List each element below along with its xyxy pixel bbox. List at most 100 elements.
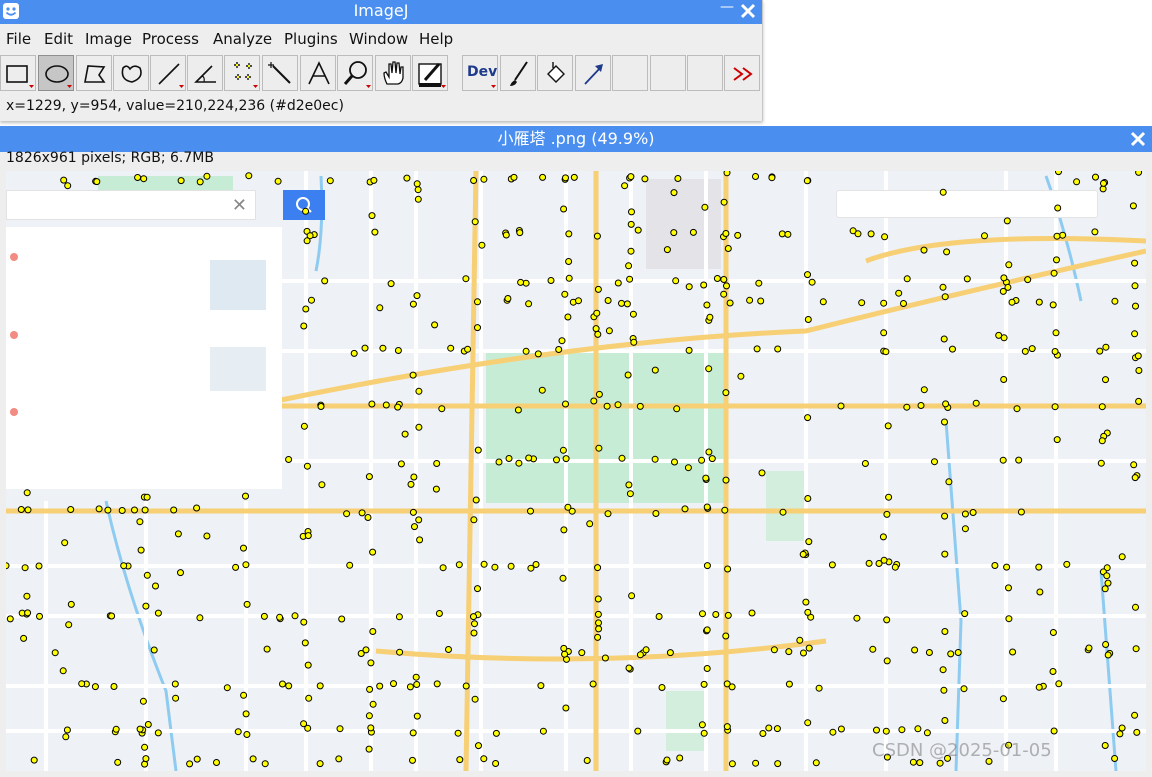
magnifier-tool[interactable] — [337, 55, 373, 91]
selection-point — [291, 612, 299, 620]
brush-tool[interactable] — [500, 55, 536, 91]
selection-point — [883, 510, 891, 518]
selection-point — [336, 725, 344, 733]
selection-point — [186, 760, 194, 768]
selection-point — [316, 760, 324, 768]
selection-point — [703, 503, 711, 511]
line-tool[interactable] — [150, 55, 186, 91]
selection-point — [720, 290, 728, 298]
selection-point — [1053, 232, 1061, 240]
selection-point — [941, 293, 949, 301]
brush-tool-icon — [510, 61, 528, 86]
menu-plugins[interactable]: Plugins — [284, 30, 338, 48]
selection-point — [358, 509, 366, 517]
text-tool-icon — [308, 61, 330, 85]
selection-point — [954, 649, 962, 656]
arrow-tool[interactable] — [575, 55, 611, 91]
selection-point — [435, 610, 443, 617]
selection-point — [773, 725, 781, 733]
image-titlebar[interactable]: 小雁塔 .png (49.9%) — [0, 126, 1152, 152]
selection-point — [726, 299, 734, 307]
selection-point — [925, 649, 933, 656]
close-icon[interactable] — [739, 2, 757, 20]
freehand-tool[interactable] — [113, 55, 149, 91]
multipoint-tool[interactable] — [224, 55, 260, 91]
selection-point — [213, 759, 220, 766]
selection-point — [6, 562, 10, 570]
selection-point — [947, 650, 955, 658]
selection-point — [995, 331, 1003, 339]
close-icon[interactable] — [1129, 130, 1147, 148]
selection-point — [414, 186, 422, 194]
selection-point — [796, 636, 804, 644]
selection-point — [1134, 352, 1142, 360]
rectangle-tool[interactable] — [0, 55, 36, 91]
selection-point — [703, 562, 711, 570]
main-titlebar[interactable]: ImageJ — — [0, 0, 762, 24]
minimize-button[interactable]: — — [720, 0, 734, 14]
selection-point — [338, 615, 346, 623]
oval-tool[interactable] — [38, 55, 74, 91]
selection-point — [941, 550, 949, 558]
image-canvas[interactable]: ✕ CSDN @2025-01-05 — [6, 171, 1146, 771]
selection-point — [705, 448, 713, 456]
selection-point — [62, 733, 70, 741]
selection-point — [865, 559, 873, 567]
color-picker-tool[interactable] — [412, 55, 448, 91]
selection-point — [438, 405, 446, 413]
selection-point — [471, 620, 478, 628]
selection-point — [829, 728, 837, 736]
selection-point — [395, 613, 403, 621]
menu-help[interactable]: Help — [419, 30, 453, 48]
selection-point — [778, 230, 786, 238]
selection-point — [1049, 629, 1057, 636]
polygon-tool[interactable] — [76, 55, 112, 91]
menu-process[interactable]: Process — [142, 30, 199, 48]
selection-point — [492, 760, 500, 767]
selection-point — [300, 322, 308, 330]
hand-tool[interactable] — [375, 55, 411, 91]
selection-point — [724, 565, 732, 573]
selection-point — [285, 456, 293, 463]
selection-point — [560, 526, 568, 534]
selection-point — [685, 283, 693, 291]
selection-point — [700, 680, 708, 688]
selection-point — [302, 305, 310, 313]
selection-point — [700, 281, 708, 289]
menu-image[interactable]: Image — [85, 30, 132, 48]
text-tool[interactable] — [300, 55, 336, 91]
selection-point — [17, 506, 25, 513]
selection-point — [471, 695, 479, 703]
selection-point — [595, 444, 603, 452]
selection-point — [480, 560, 488, 568]
polygon-tool-icon — [84, 65, 106, 83]
selection-point — [1129, 202, 1137, 210]
selection-point — [232, 563, 240, 571]
menu-file[interactable]: File — [6, 30, 31, 48]
developer-menu-button[interactable]: Dev — [462, 55, 498, 91]
selection-point — [605, 327, 613, 335]
selection-point — [454, 729, 462, 737]
selection-point — [20, 634, 28, 642]
selection-point — [261, 760, 269, 768]
wand-tool[interactable] — [262, 55, 298, 91]
selection-point — [1102, 641, 1110, 648]
selection-point — [895, 289, 903, 297]
selection-point — [114, 758, 122, 766]
selection-point — [626, 490, 634, 498]
selection-point — [1098, 437, 1106, 445]
flood-fill-tool[interactable] — [537, 55, 573, 91]
menu-edit[interactable]: Edit — [44, 30, 73, 48]
selection-point — [492, 729, 500, 737]
menu-analyze[interactable]: Analyze — [213, 30, 272, 48]
selection-point — [433, 460, 441, 467]
menu-window[interactable]: Window — [349, 30, 408, 48]
selection-point — [939, 283, 947, 291]
more-tools-button[interactable] — [724, 55, 760, 91]
selection-point — [61, 539, 69, 547]
selection-point — [774, 760, 782, 768]
selection-point — [706, 313, 714, 321]
selection-point — [941, 418, 948, 426]
selection-point — [900, 300, 907, 307]
angle-tool[interactable] — [187, 55, 223, 91]
